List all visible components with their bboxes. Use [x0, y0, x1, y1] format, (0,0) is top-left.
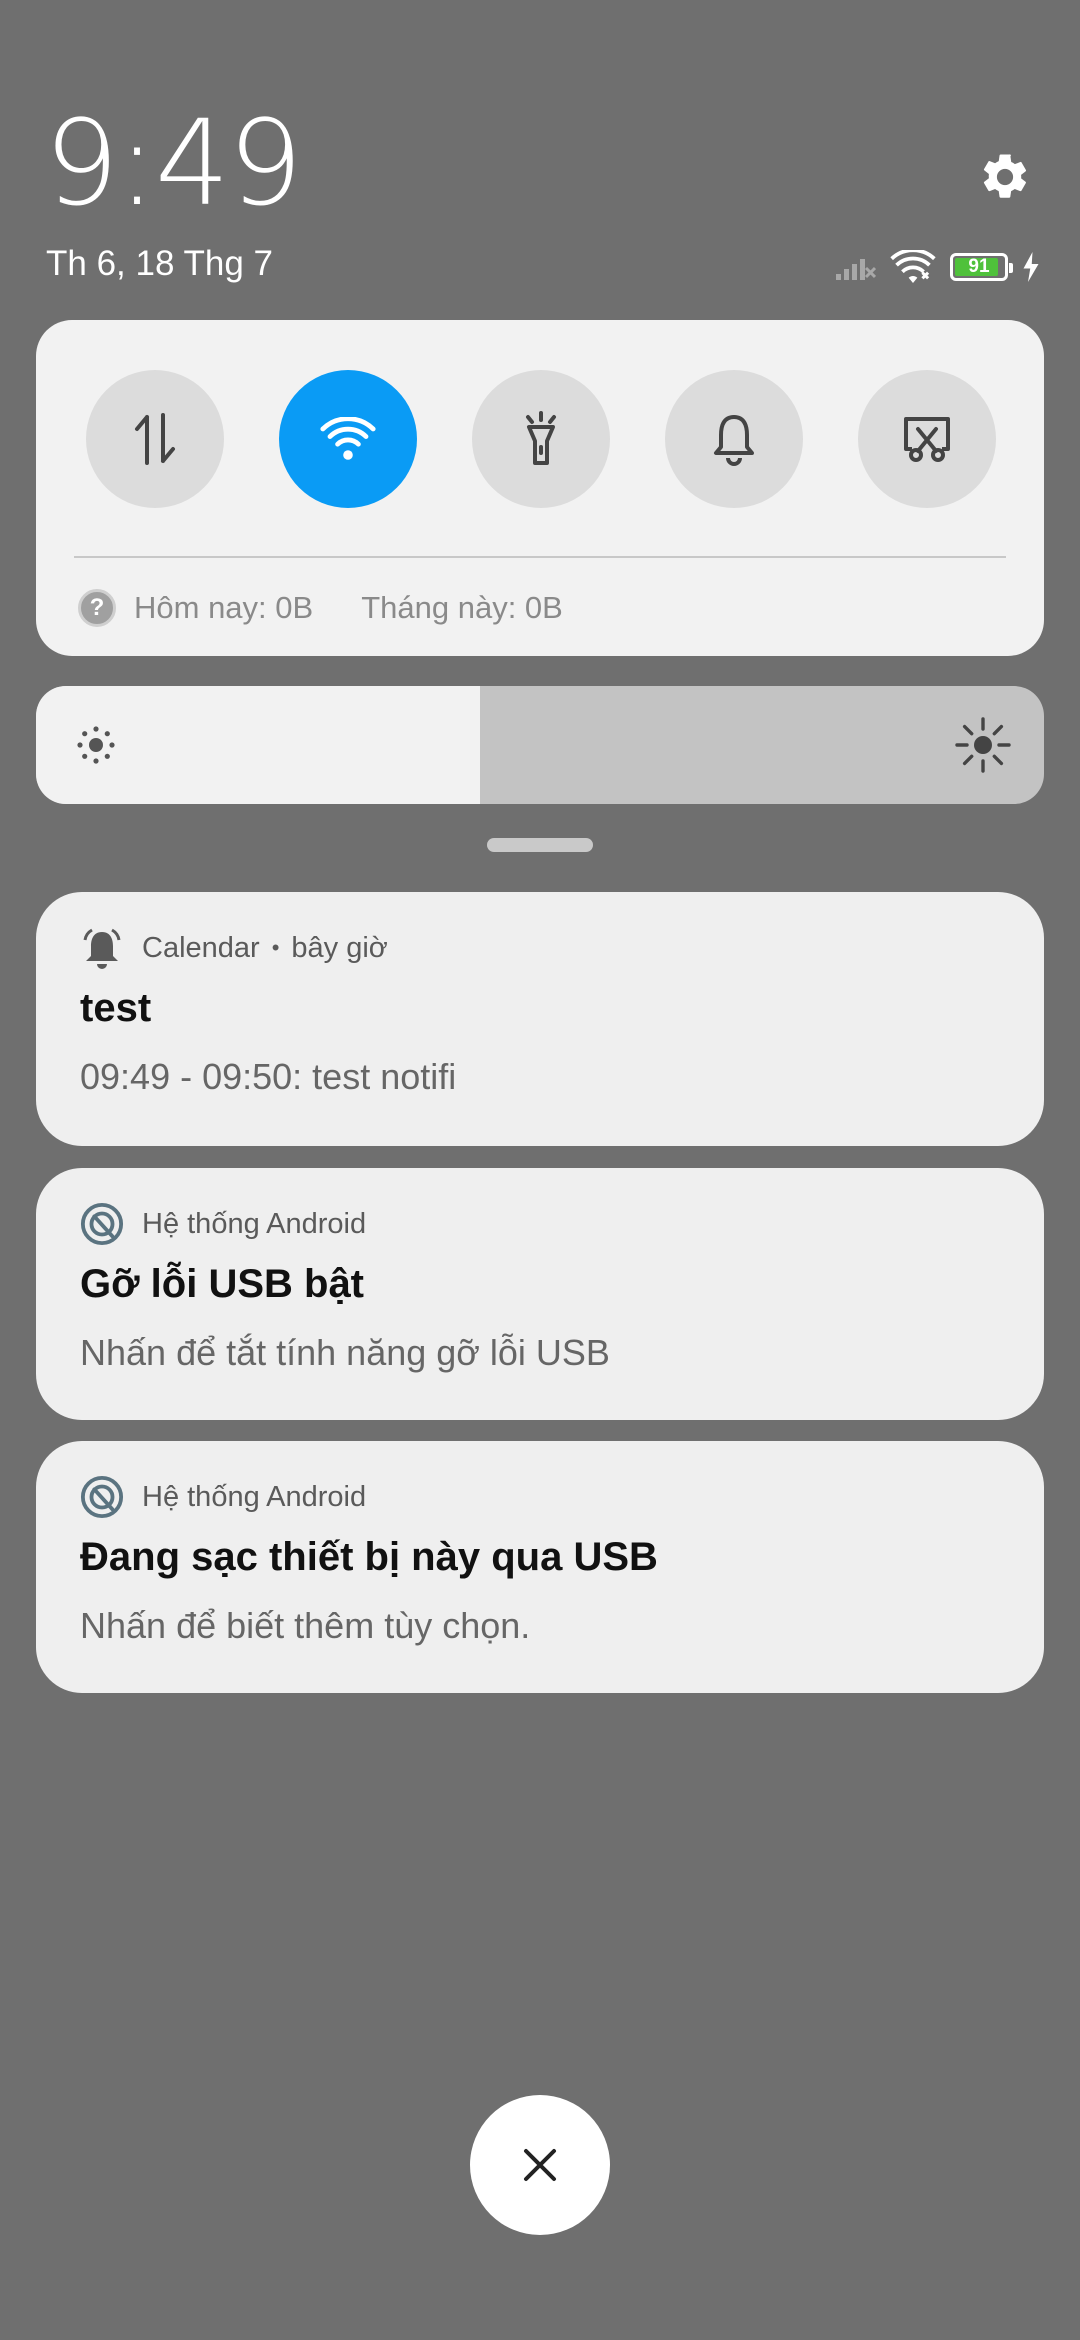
- notification-app-name: Hệ thống Android: [142, 1480, 367, 1513]
- notification-title: test: [80, 986, 152, 1030]
- notification-body: Nhấn để biết thêm tùy chọn.: [80, 1605, 531, 1646]
- scissors-screenshot-icon: [904, 417, 950, 462]
- notification-body: 09:49 - 09:50: test notifi: [80, 1056, 457, 1097]
- close-icon: [524, 2149, 556, 2181]
- status-icons: 91: [834, 246, 1040, 288]
- mobile-data-toggle[interactable]: [86, 370, 224, 508]
- android-system-icon: [80, 1475, 124, 1519]
- notification-card[interactable]: Hệ thống Android Gỡ lỗi USB bật Nhấn để …: [36, 1168, 1044, 1420]
- brightness-slider[interactable]: [36, 686, 1044, 804]
- wifi-toggle[interactable]: [279, 370, 417, 508]
- clock[interactable]: 9:49: [44, 104, 303, 222]
- settings-button[interactable]: [970, 142, 1040, 212]
- notification-time: bây giờ: [291, 931, 388, 964]
- flashlight-toggle[interactable]: [472, 370, 610, 508]
- android-system-icon: [80, 1202, 124, 1246]
- brightness-low-icon: [77, 726, 115, 764]
- notification-header: Hệ thống Android: [80, 1202, 366, 1246]
- flashlight-icon: [526, 411, 556, 465]
- separator-dot: •: [271, 935, 280, 960]
- notification-title: Đang sạc thiết bị này qua USB: [80, 1535, 658, 1579]
- notification-card[interactable]: Hệ thống Android Đang sạc thiết bị này q…: [36, 1441, 1044, 1693]
- notification-app-name: Hệ thống Android: [142, 1207, 367, 1240]
- help-icon: ?: [78, 589, 116, 627]
- notification-header: Calendar • bây giờ: [80, 926, 388, 970]
- wifi-icon: [320, 417, 376, 460]
- data-usage-today: Hôm nay: 0B: [134, 590, 314, 625]
- notification-title: Gỡ lỗi USB bật: [80, 1262, 365, 1306]
- gear-icon: [983, 154, 1027, 198]
- data-usage-row[interactable]: ? Hôm nay: 0B Tháng này: 0B: [78, 584, 563, 632]
- data-usage-month: Tháng này: 0B: [361, 590, 563, 625]
- clear-all-button[interactable]: [470, 2095, 610, 2235]
- notification-header: Hệ thống Android: [80, 1475, 366, 1519]
- battery-indicator: 91: [950, 253, 1013, 281]
- quick-settings-panel: ? Hôm nay: 0B Tháng này: 0B: [36, 320, 1044, 656]
- sound-toggle[interactable]: [665, 370, 803, 508]
- screenshot-toggle[interactable]: [858, 370, 996, 508]
- notification-app-name: Calendar: [142, 931, 260, 964]
- bolt-icon: [1023, 252, 1039, 282]
- notification-card[interactable]: Calendar • bây giờ test 09:49 - 09:50: t…: [36, 892, 1044, 1146]
- drag-handle[interactable]: [487, 838, 593, 852]
- alarm-bell-icon: [80, 926, 124, 970]
- data-transfer-icon: [135, 413, 175, 465]
- battery-percentage: 91: [968, 256, 990, 277]
- wifi-icon: [890, 250, 936, 284]
- date[interactable]: Th 6, 18 Thg 7: [46, 244, 273, 284]
- cellular-no-signal-icon: [836, 259, 876, 280]
- divider: [74, 556, 1006, 558]
- notification-body: Nhấn để tắt tính năng gỡ lỗi USB: [80, 1332, 610, 1373]
- bell-icon: [714, 415, 754, 466]
- brightness-high-icon: [955, 717, 1011, 773]
